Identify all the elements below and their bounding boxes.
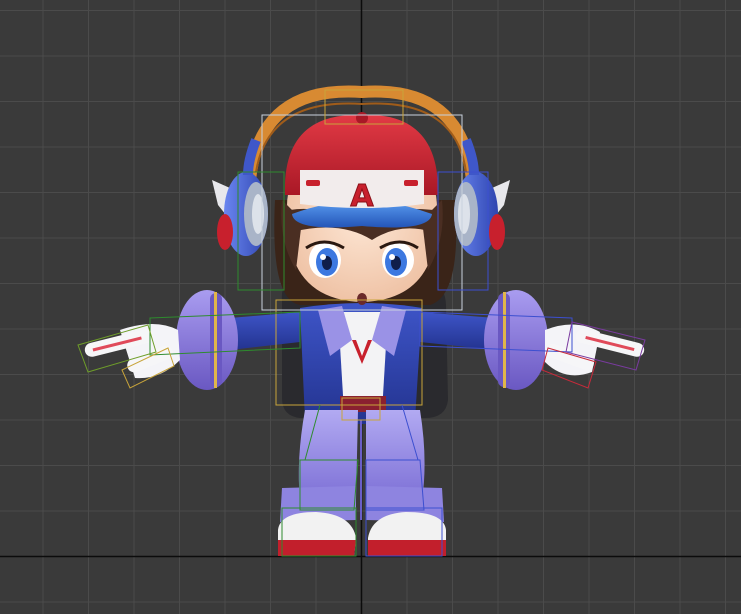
legs: [280, 410, 444, 522]
3d-viewport[interactable]: A: [0, 0, 741, 614]
torso: [300, 303, 422, 424]
cap-letter: A: [350, 179, 374, 214]
right-hand: [545, 324, 645, 376]
mouth: [357, 293, 367, 305]
character-model[interactable]: A: [83, 85, 645, 556]
cap: A: [284, 112, 439, 228]
